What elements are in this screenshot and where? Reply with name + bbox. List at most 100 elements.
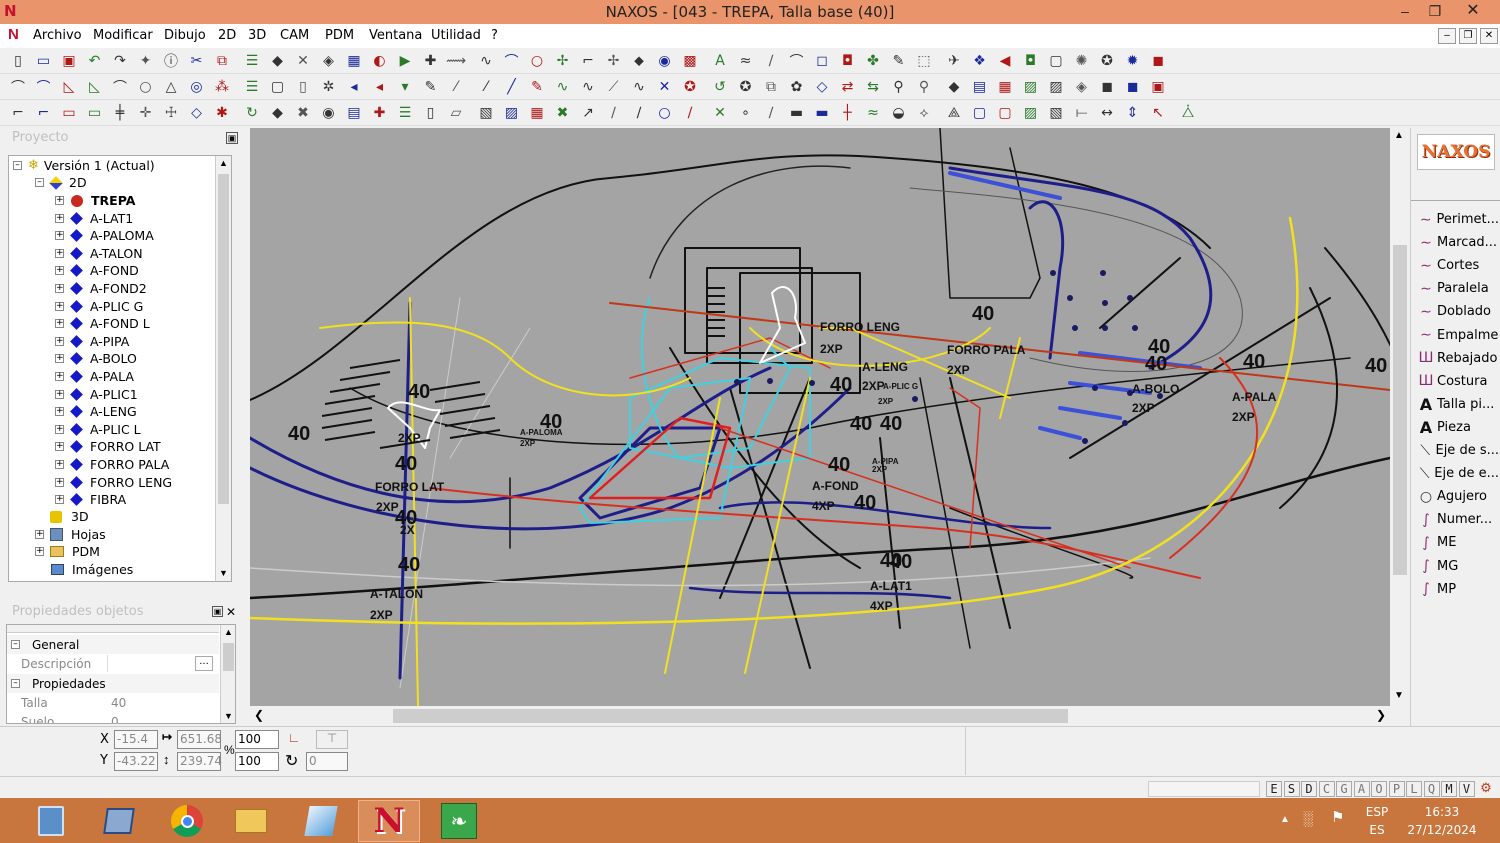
toolbar-tool-icon[interactable]: ▨ <box>1046 77 1066 97</box>
toolbar-tool-icon[interactable]: ✿ <box>787 77 807 97</box>
toolbar-tool-icon[interactable]: ☩ <box>161 103 181 123</box>
toolbar-tool-icon[interactable]: ⟝ <box>1072 103 1092 123</box>
expand-icon[interactable]: + <box>55 442 64 452</box>
tree-scrollbar[interactable]: ▲ ▼ <box>215 156 231 581</box>
toolbar-tool-icon[interactable]: ◻ <box>812 51 832 71</box>
lang-secondary[interactable]: ES <box>1360 823 1394 837</box>
tool-button[interactable]: ∫ MG <box>1417 556 1499 577</box>
toolbar-tool-icon[interactable]: ≈ <box>863 103 883 123</box>
toolbar-tool-icon[interactable]: ☰ <box>242 77 262 97</box>
toolbar-tool-icon[interactable]: ⧉ <box>212 51 232 71</box>
tool-button[interactable]: ∼ Empalme <box>1417 325 1499 346</box>
expand-icon[interactable]: + <box>35 530 44 539</box>
toolbar-tool-icon[interactable]: ▧ <box>476 103 496 123</box>
toolbar-tool-icon[interactable]: ▢ <box>970 103 990 123</box>
panel-pin-icon[interactable]: ▣ <box>212 606 223 617</box>
toolbar-tool-icon[interactable]: ▾ <box>395 77 415 97</box>
expand-icon[interactable]: + <box>55 231 64 241</box>
toolbar-tool-icon[interactable]: ⌐ <box>578 51 598 71</box>
toolbar-tool-icon[interactable]: ◼ <box>1097 77 1117 97</box>
toolbar-tool-icon[interactable]: ▯ <box>8 51 28 71</box>
tool-button[interactable]: Ш Rebajado <box>1417 348 1499 369</box>
tool-button[interactable]: ⟍ Eje de s... <box>1417 440 1499 461</box>
toolbar-tool-icon[interactable]: ◼ <box>1148 51 1168 71</box>
tool-button[interactable]: ∼ Cortes <box>1417 255 1499 276</box>
toolbar-tool-icon[interactable]: ◘ <box>838 51 858 71</box>
mirror-icon[interactable]: ⊤ <box>316 730 348 749</box>
toolbar-tool-icon[interactable]: ◈ <box>1072 77 1092 97</box>
toolbar-tool-icon[interactable]: ∕ <box>604 103 624 123</box>
toolbar-tool-icon[interactable]: ▯ <box>293 77 313 97</box>
tree-piece[interactable]: + A-PLIC G <box>55 298 143 315</box>
expand-icon[interactable]: + <box>55 495 64 505</box>
tree-piece[interactable]: + FIBRA <box>55 491 126 508</box>
toolbar-tool-icon[interactable]: ▶ <box>395 51 415 71</box>
toolbar-tool-icon[interactable]: ▯ <box>421 103 441 123</box>
toolbar-tool-icon[interactable]: ▢ <box>995 103 1015 123</box>
scroll-thumb[interactable] <box>218 174 229 504</box>
toolbar-tool-icon[interactable]: ⟋ <box>604 77 624 97</box>
scroll-down-icon[interactable]: ▼ <box>216 566 231 581</box>
tool-button[interactable]: ∼ Doblado <box>1417 301 1499 322</box>
tool-button[interactable]: ∼ Marcad... <box>1417 232 1499 253</box>
scroll-thumb[interactable] <box>223 643 234 671</box>
toolbar-tool-icon[interactable]: ⧊ <box>1178 103 1198 123</box>
tool-button[interactable]: ∫ ME <box>1417 532 1499 553</box>
tree-piece[interactable]: + A-PLIC1 <box>55 386 138 403</box>
tree-piece[interactable]: + A-TALON <box>55 245 143 262</box>
toolbar-tool-icon[interactable]: ▦ <box>344 51 364 71</box>
toolbar-tool-icon[interactable]: ◐ <box>370 51 390 71</box>
toolbar-tool-icon[interactable]: ○ <box>136 77 156 97</box>
scale-icon[interactable]: ∟ <box>284 730 304 749</box>
tool-button[interactable]: ∼ Perimet... <box>1417 209 1499 230</box>
expand-icon[interactable]: + <box>55 460 64 469</box>
toolbar-tool-icon[interactable]: ▢ <box>1046 51 1066 71</box>
toolbar-tool-icon[interactable]: ∿ <box>629 77 649 97</box>
toolbar-tool-icon[interactable]: ▭ <box>34 51 54 71</box>
toolbar-tool-icon[interactable]: ▤ <box>344 103 364 123</box>
canvas-hscrollbar[interactable]: ❮ ❯ <box>250 706 1390 726</box>
tree-3d[interactable]: 3D <box>35 508 89 525</box>
clock-date[interactable]: 27/12/2024 <box>1404 823 1480 837</box>
expand-icon[interactable]: + <box>55 248 64 258</box>
descripcion-browse-button[interactable]: ... <box>195 656 213 671</box>
status-toggle[interactable]: Q <box>1423 781 1440 797</box>
doc-logo-icon[interactable]: N <box>8 26 19 43</box>
toolbar-tool-icon[interactable]: ◇ <box>187 103 207 123</box>
menu-help[interactable]: ? <box>491 28 498 43</box>
expand-icon[interactable]: + <box>55 424 64 434</box>
toolbar-tool-icon[interactable]: ▣ <box>1148 77 1168 97</box>
flag-icon[interactable]: ⚑ <box>1331 808 1344 826</box>
toolbar-tool-icon[interactable]: ✢ <box>553 51 573 71</box>
lang-primary[interactable]: ESP <box>1360 805 1394 819</box>
scroll-down-icon[interactable]: ▼ <box>1394 690 1404 701</box>
toolbar-tool-icon[interactable]: ⟁ <box>944 103 964 123</box>
tree-2d[interactable]: – 2D <box>35 174 87 191</box>
toolbar-tool-icon[interactable]: ✛ <box>136 103 156 123</box>
toolbar-tool-icon[interactable]: ☰ <box>242 51 262 71</box>
toolbar-tool-icon[interactable]: ◼ <box>1123 77 1143 97</box>
toolbar-tool-icon[interactable]: ✕ <box>293 51 313 71</box>
scroll-left-icon[interactable]: ❮ <box>254 708 264 722</box>
tool-button[interactable]: A Pieza <box>1417 417 1499 438</box>
collapse-icon[interactable]: – <box>11 640 20 649</box>
toolbar-tool-icon[interactable]: ✚ <box>421 51 441 71</box>
status-toggle[interactable]: E <box>1266 781 1282 797</box>
tool-button[interactable]: A Talla pi... <box>1417 394 1499 415</box>
toolbar-tool-icon[interactable]: ↖ <box>1148 103 1168 123</box>
clock-time[interactable]: 16:33 <box>1404 805 1480 819</box>
tree-piece[interactable]: + A-PLIC L <box>55 421 141 438</box>
expand-icon[interactable]: + <box>55 477 64 487</box>
restore-icon[interactable]: ❐ <box>1416 0 1454 22</box>
toolbar-tool-icon[interactable]: ▩ <box>680 51 700 71</box>
toolbar-tool-icon[interactable]: ▬ <box>787 103 807 123</box>
status-toggle[interactable]: L <box>1406 781 1422 797</box>
expand-icon[interactable]: + <box>55 301 64 311</box>
toolbar-tool-icon[interactable]: ↗ <box>578 103 598 123</box>
toolbar-tool-icon[interactable]: ⚲ <box>889 77 909 97</box>
toolbar-tool-icon[interactable]: ○ <box>527 51 547 71</box>
toolbar-tool-icon[interactable]: ▭ <box>59 103 79 123</box>
tree-piece[interactable]: + A-PALA <box>55 368 134 385</box>
toolbar-tool-icon[interactable]: ⓘ <box>161 51 181 71</box>
show-hidden-icon[interactable]: ▲ <box>1280 814 1290 825</box>
